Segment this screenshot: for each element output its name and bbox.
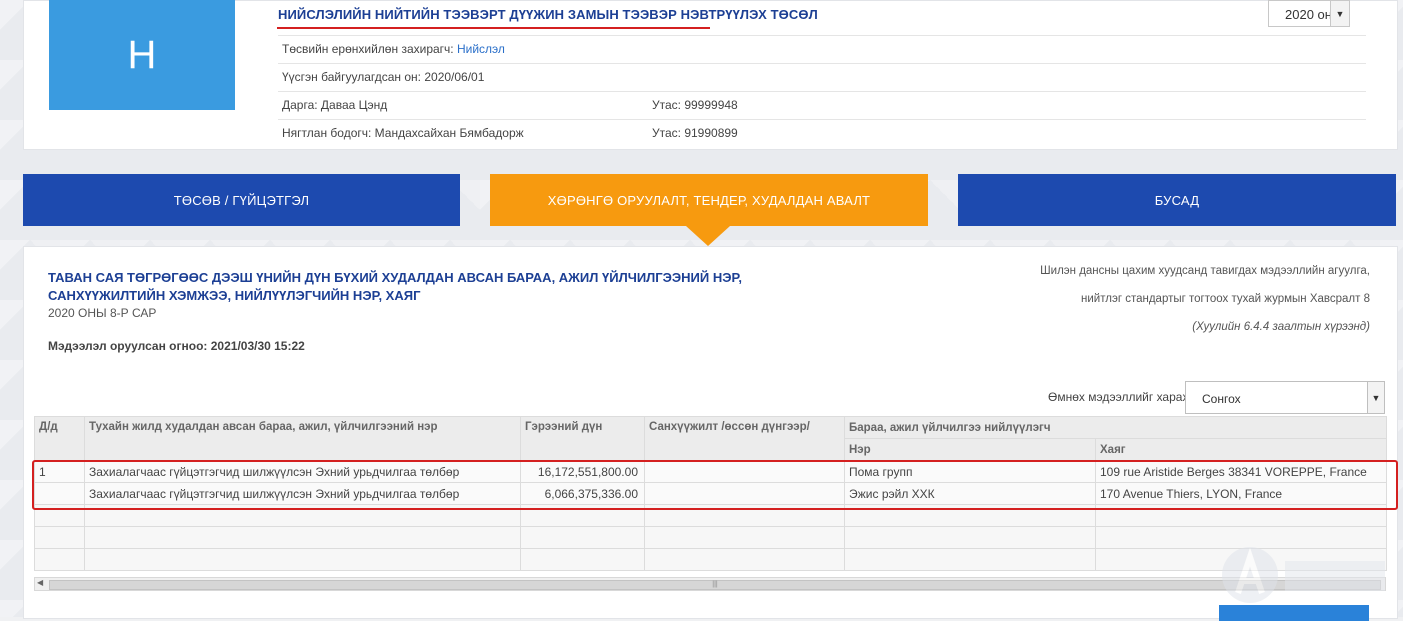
divider: [278, 63, 1366, 64]
tab-other[interactable]: БУСАД: [958, 174, 1396, 226]
scroll-left-icon[interactable]: ◀: [37, 578, 43, 587]
accountant-phone: Утас: 91990899: [652, 126, 738, 140]
previous-info-label: Өмнөх мэдээллийг харах: [1048, 390, 1189, 404]
divider: [278, 35, 1366, 36]
legal-note-line1: Шилэн дансны цахим хуудсанд тавигдах мэд…: [1040, 265, 1370, 277]
organization-logo: Н: [49, 0, 235, 110]
active-tab-pointer: [686, 226, 730, 246]
report-title-line2: САНХҮҮЖИЛТИЙН ХЭМЖЭЭ, НИЙЛҮҮЛЭГЧИЙН НЭР,…: [48, 288, 421, 303]
divider: [278, 91, 1366, 92]
header-amount: Гэрээний дүн: [520, 416, 645, 461]
report-period: 2020 ОНЫ 8-Р САР: [48, 306, 157, 320]
director-phone: Утас: 99999948: [652, 98, 738, 112]
accountant-name: Нягтлан бодогч: Мандахсайхан Бямбадорж: [282, 126, 524, 140]
bottom-action-button[interactable]: [1219, 605, 1369, 621]
founded-date: Үүсгэн байгуулагдсан он: 2020/06/01: [282, 70, 485, 84]
header-item: Тухайн жилд худалдан авсан бараа, ажил, …: [84, 416, 521, 461]
header-supplier-address: Хаяг: [1094, 438, 1388, 461]
title-highlight-underline: [277, 27, 710, 29]
legal-note-line2: нийтлэг стандартыг тогтоох тухай журмын …: [1081, 293, 1370, 305]
legal-note-line3: (Хуулийн 6.4.4 заалтын хүрээнд): [1192, 321, 1370, 333]
header-funding: Санхүүжилт /өссөн дүнгээр/: [644, 416, 845, 461]
organization-title: НИЙСЛЭЛИЙН НИЙТИЙН ТЭЭВЭРТ ДҮҮЖИН ЗАМЫН …: [278, 7, 818, 22]
previous-info-select[interactable]: Сонгох ▼: [1185, 381, 1385, 414]
year-select[interactable]: 2020 он ▼: [1268, 0, 1350, 27]
report-title: ТАВАН САЯ ТӨГРӨГӨӨС ДЭЭШ ҮНИЙН ДҮН БҮХИЙ…: [48, 269, 748, 305]
chevron-down-icon[interactable]: ▼: [1330, 1, 1349, 26]
year-select-value: 2020 он: [1285, 7, 1332, 22]
table-row-empty: [34, 526, 1388, 549]
director-name: Дарга: Даваа Цэнд: [282, 98, 388, 112]
budget-manager-link[interactable]: Нийслэл: [457, 42, 505, 56]
watermark-logo: [1222, 547, 1385, 603]
chevron-down-icon[interactable]: ▼: [1367, 382, 1384, 413]
divider: [278, 119, 1366, 120]
header-no: Д/д: [34, 416, 85, 461]
scrollbar-thumb[interactable]: |||: [49, 580, 1381, 590]
header-supplier-name: Нэр: [844, 438, 1096, 461]
table-row-empty: [34, 548, 1388, 571]
tab-budget-performance[interactable]: ТӨСӨВ / ГҮЙЦЭТГЭЛ: [23, 174, 460, 226]
tab-investment-tender-procurement[interactable]: ХӨРӨНГӨ ОРУУЛАЛТ, ТЕНДЕР, ХУДАЛДАН АВАЛТ: [490, 174, 928, 226]
budget-manager-label: Төсвийн ерөнхийлөн захирагч:: [282, 42, 454, 56]
budget-manager-info: Төсвийн ерөнхийлөн захирагч: Нийслэл: [282, 42, 505, 56]
report-updated-date: Мэдээлэл оруулсан огноо: 2021/03/30 15:2…: [48, 339, 305, 353]
logo-letter: Н: [127, 32, 157, 77]
rows-highlight-frame: [32, 460, 1398, 510]
horizontal-scrollbar[interactable]: ◀ |||: [34, 577, 1386, 591]
header-supplier: Бараа, ажил үйлчилгээ нийлүүлэгч: [843, 416, 1388, 439]
previous-info-select-value: Сонгох: [1202, 392, 1241, 406]
report-title-line1: ТАВАН САЯ ТӨГРӨГӨӨС ДЭЭШ ҮНИЙН ДҮН БҮХИЙ…: [48, 270, 742, 285]
